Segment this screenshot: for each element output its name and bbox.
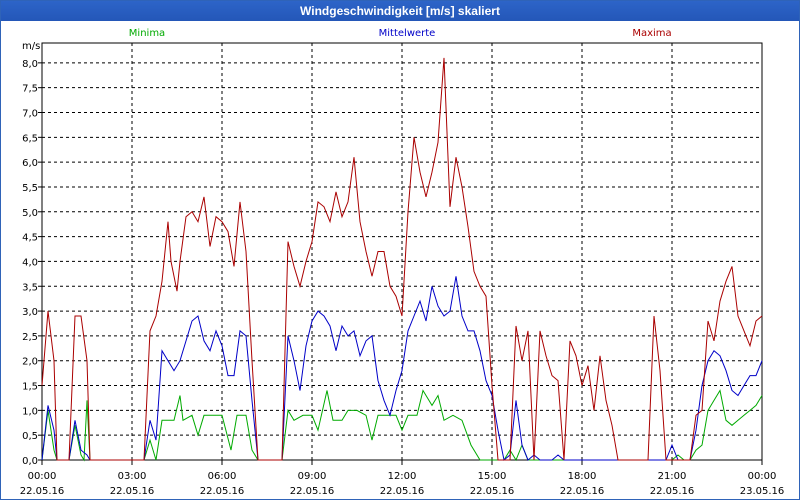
- y-axis-unit: m/s: [22, 41, 40, 52]
- x-tick-label-date: 22.05.16: [470, 486, 515, 497]
- y-tick-label: 8,0: [22, 59, 38, 70]
- y-tick-label: 4,0: [22, 257, 38, 268]
- x-tick-label-time: 15:00: [478, 471, 507, 482]
- legend-entry-maxima: Maxima: [632, 28, 671, 39]
- x-tick-label-time: 09:00: [298, 471, 327, 482]
- y-tick-label: 1,5: [22, 382, 38, 393]
- series-line-minima: [41, 389, 763, 462]
- y-tick-label: 6,0: [22, 158, 38, 169]
- x-axis: 00:00 22.05.16 03:00 22.05.16 06:00 22.05.16 0…: [20, 460, 785, 497]
- y-tick-label: 7,5: [22, 84, 38, 95]
- grid: [42, 43, 762, 460]
- wind-speed-chart: 0,0 0,5 1,0 1,5 2,0 2,5 3,0 3,5 4,0 4,5 5,0 5,5 6,0 6…: [20, 28, 785, 497]
- x-tick-label-date: 22.05.16: [650, 486, 695, 497]
- y-axis: 0,0 0,5 1,0 1,5 2,0 2,5 3,0 3,5 4,0 4,5 5,0 5,5 6,0 6…: [22, 41, 42, 467]
- y-tick-label: 0,5: [22, 431, 38, 442]
- legend: Minima Mittelwerte Maxima: [129, 28, 672, 39]
- x-tick-label-date: 22.05.16: [20, 486, 65, 497]
- x-tick-label-date: 22.05.16: [560, 486, 605, 497]
- x-tick-label-date: 22.05.16: [380, 486, 425, 497]
- x-tick-label-time: 00:00: [748, 471, 777, 482]
- x-tick-label-date: 23.05.16: [740, 486, 785, 497]
- y-tick-label: 1,0: [22, 406, 38, 417]
- y-tick-label: 6,5: [22, 133, 38, 144]
- y-tick-label: 0,0: [22, 456, 38, 467]
- legend-entry-minima: Minima: [129, 28, 165, 39]
- x-tick-label-date: 22.05.16: [200, 486, 245, 497]
- x-tick-label-time: 03:00: [118, 471, 147, 482]
- y-tick-label: 4,5: [22, 233, 38, 244]
- y-tick-label: 2,5: [22, 332, 38, 343]
- x-tick-label-time: 21:00: [658, 471, 687, 482]
- y-tick-label: 3,0: [22, 307, 38, 318]
- y-tick-label: 7,0: [22, 109, 38, 120]
- x-tick-label-date: 22.05.16: [110, 486, 155, 497]
- y-tick-label: 5,5: [22, 183, 38, 194]
- legend-entry-mittelwerte: Mittelwerte: [379, 28, 436, 39]
- y-tick-label: 3,5: [22, 282, 38, 293]
- y-tick-label: 2,0: [22, 357, 38, 368]
- x-tick-label-time: 00:00: [28, 471, 57, 482]
- x-tick-label-time: 12:00: [388, 471, 417, 482]
- y-tick-label: 5,0: [22, 208, 38, 219]
- x-tick-label-date: 22.05.16: [290, 486, 335, 497]
- x-tick-label-time: 06:00: [208, 471, 237, 482]
- x-tick-label-time: 18:00: [568, 471, 597, 482]
